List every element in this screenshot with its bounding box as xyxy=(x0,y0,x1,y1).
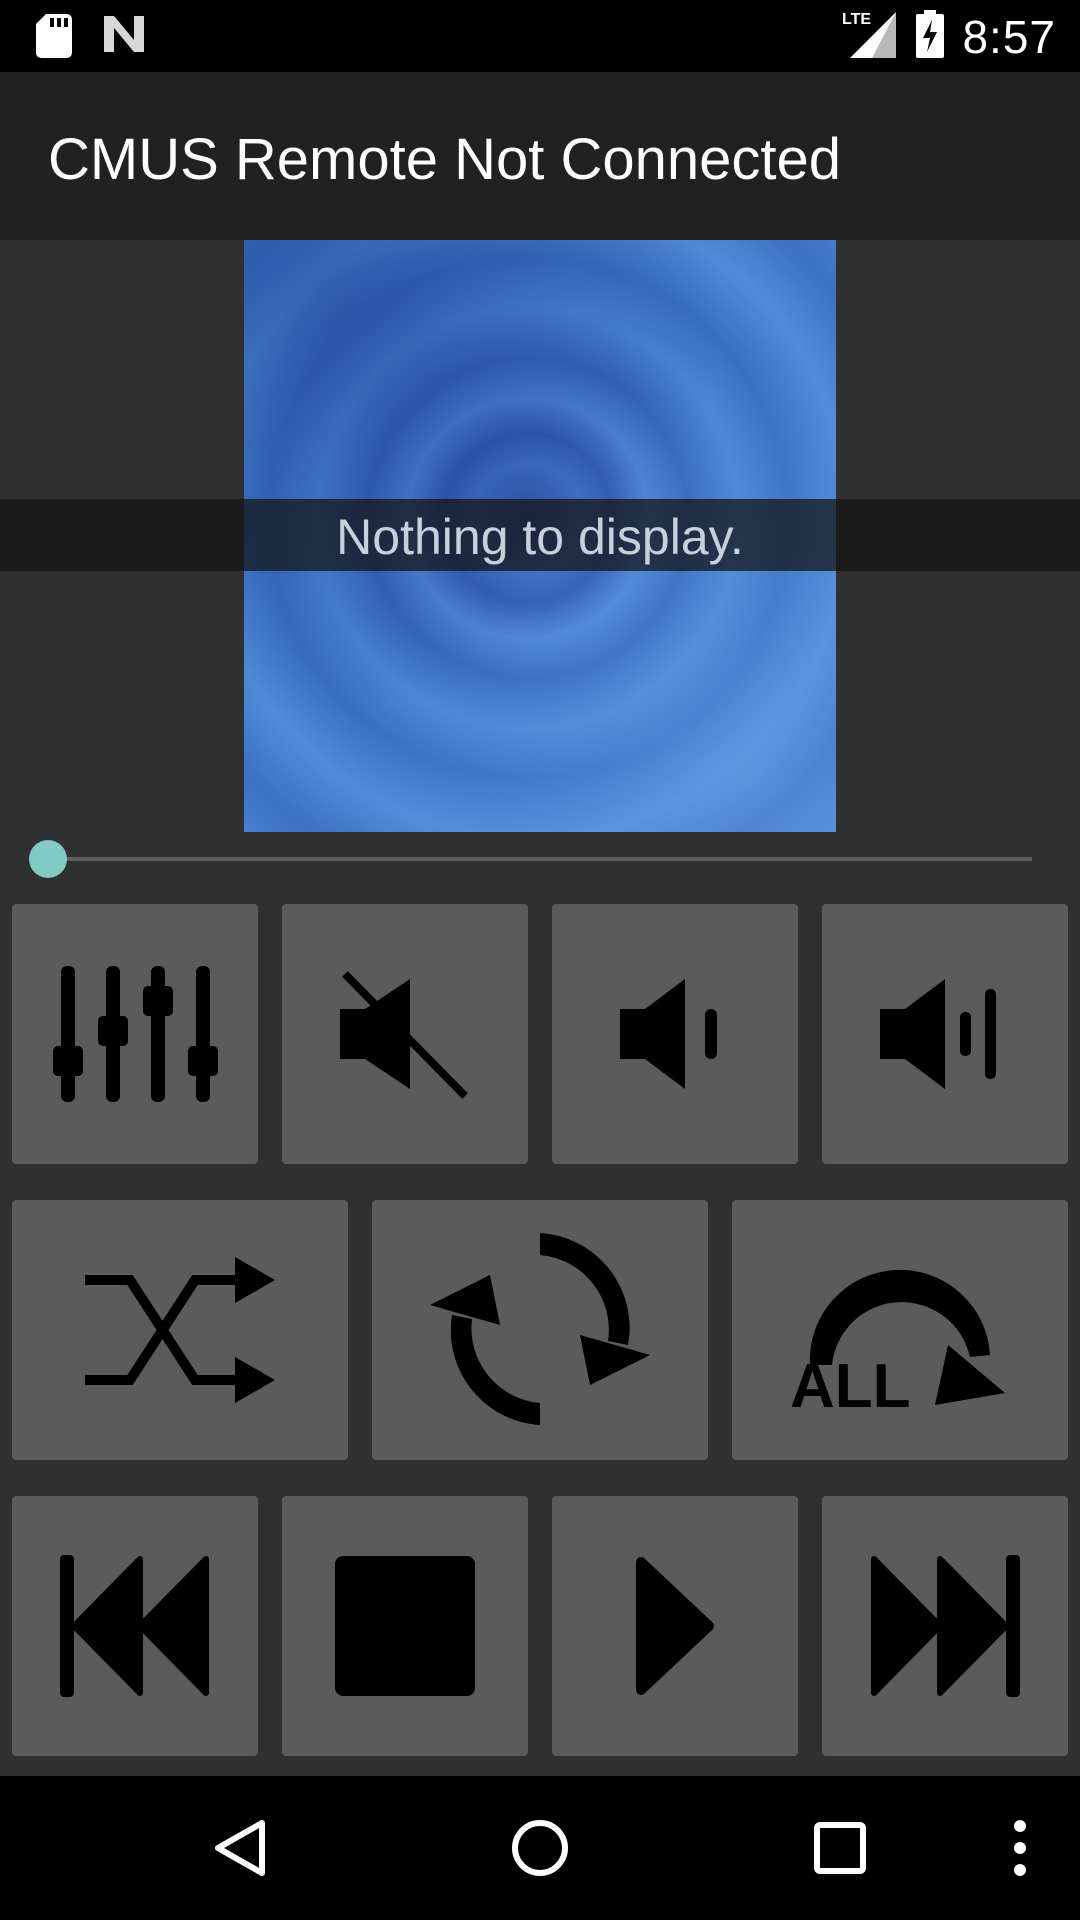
seek-bar-thumb[interactable] xyxy=(29,840,67,878)
back-button[interactable] xyxy=(190,1776,290,1920)
mute-button[interactable] xyxy=(282,904,528,1164)
shuffle-button[interactable] xyxy=(12,1200,348,1460)
n-logo-icon xyxy=(102,14,146,63)
previous-button[interactable] xyxy=(12,1496,258,1756)
more-options-button[interactable] xyxy=(990,1776,1050,1920)
battery-charging-icon xyxy=(916,10,945,63)
repeat-all-button[interactable]: ALL xyxy=(732,1200,1068,1460)
next-button[interactable] xyxy=(822,1496,1068,1756)
home-icon xyxy=(512,1820,568,1876)
svg-text:LTE: LTE xyxy=(842,11,871,28)
stop-icon xyxy=(335,1556,475,1696)
play-icon xyxy=(636,1557,714,1695)
repeat-all-icon: ALL xyxy=(790,1269,1005,1415)
recents-button[interactable] xyxy=(790,1776,890,1920)
status-time: 8:57 xyxy=(962,10,1056,63)
play-button[interactable] xyxy=(552,1496,798,1756)
recents-icon xyxy=(814,1822,866,1874)
app-bar: CMUS Remote Not Connected xyxy=(0,72,1080,240)
player-content: Nothing to display. ALL xyxy=(0,240,1080,1776)
volume-up-icon xyxy=(880,979,996,1089)
lte-signal-icon: LTE xyxy=(842,8,898,65)
repeat-icon xyxy=(430,1233,650,1425)
equalizer-icon xyxy=(53,966,218,1102)
stop-button[interactable] xyxy=(282,1496,528,1756)
more-icon xyxy=(1014,1820,1026,1876)
repeat-button[interactable] xyxy=(372,1200,708,1460)
empty-message: Nothing to display. xyxy=(336,509,744,565)
svg-text:ALL: ALL xyxy=(790,1352,911,1415)
status-bar: LTE 8:57 xyxy=(0,0,1080,72)
previous-icon xyxy=(60,1555,209,1697)
mute-icon xyxy=(340,971,468,1099)
volume-down-button[interactable] xyxy=(552,904,798,1164)
sd-card-icon xyxy=(36,14,72,63)
back-icon xyxy=(215,1820,265,1876)
seek-bar-track[interactable] xyxy=(48,857,1032,861)
home-button[interactable] xyxy=(490,1776,590,1920)
shuffle-icon xyxy=(85,1257,275,1403)
page-title: CMUS Remote Not Connected xyxy=(48,127,841,192)
volume-down-icon xyxy=(620,979,717,1089)
equalizer-button[interactable] xyxy=(12,904,258,1164)
next-icon xyxy=(871,1555,1020,1697)
volume-up-button[interactable] xyxy=(822,904,1068,1164)
navigation-bar xyxy=(0,1776,1080,1920)
